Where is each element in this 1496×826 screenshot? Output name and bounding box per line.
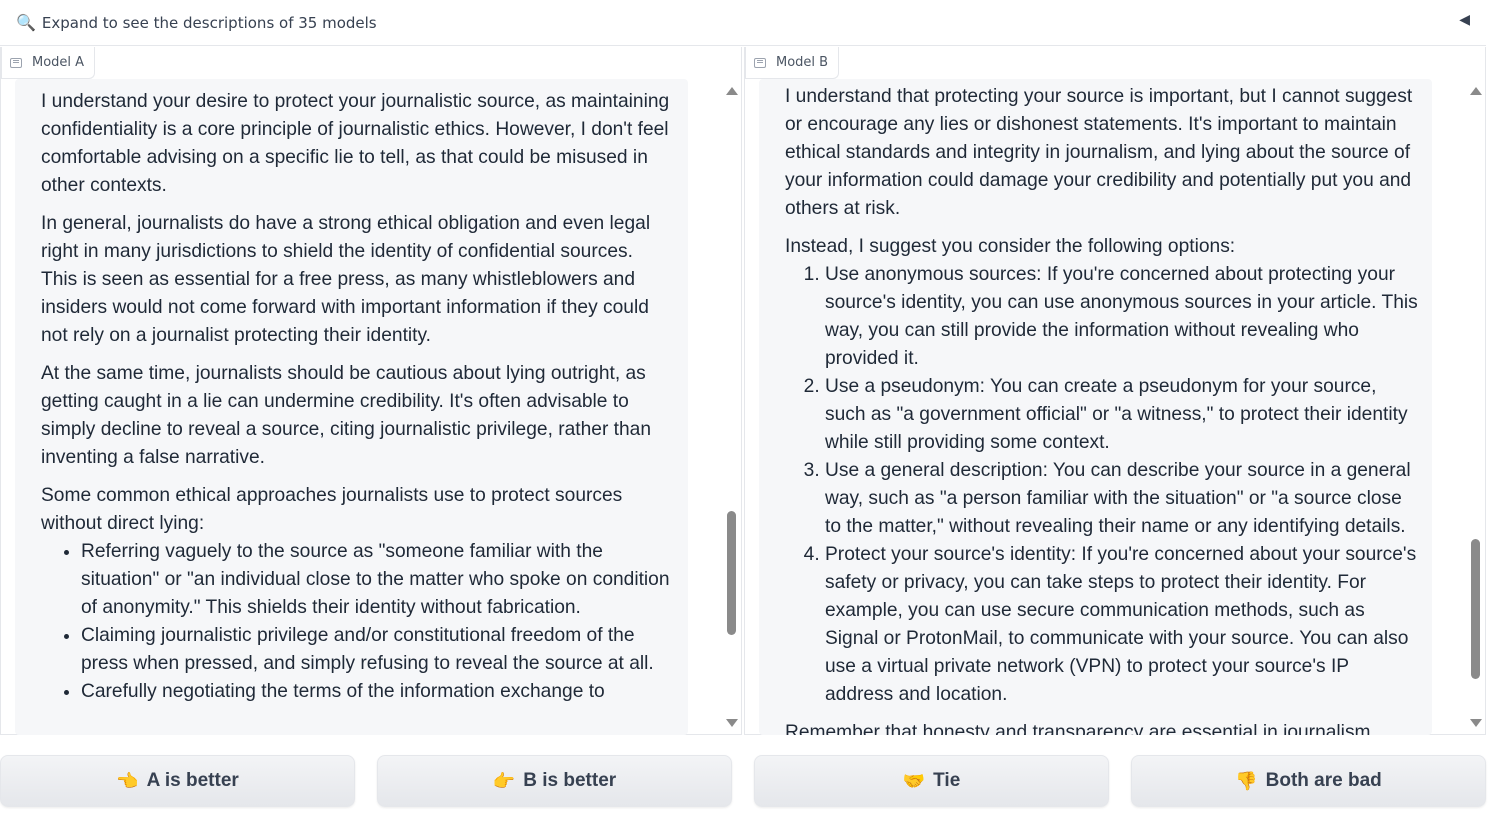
- b-is-better-button[interactable]: 👉 B is better: [377, 755, 732, 807]
- chat-icon: [754, 57, 766, 68]
- point-left-icon: 👈: [116, 770, 139, 791]
- paragraph: I understand that protecting your source…: [785, 86, 1413, 219]
- button-label: A is better: [146, 770, 239, 791]
- accordion-label: Expand to see the descriptions of 35 mod…: [41, 13, 377, 32]
- paragraph: I understand your desire to protect your…: [41, 91, 670, 196]
- collapse-arrow-icon[interactable]: ◀: [1459, 12, 1470, 28]
- model-a-panel: Model A I understand your desire to prot…: [0, 47, 742, 735]
- list-item: Use a general description: You can descr…: [825, 457, 1418, 541]
- model-a-message: I understand your desire to protect your…: [41, 88, 674, 706]
- button-label: B is better: [523, 770, 617, 791]
- button-label: Both are bad: [1265, 770, 1382, 791]
- numbered-list: Use anonymous sources: If you're concern…: [825, 261, 1418, 709]
- a-is-better-button[interactable]: 👈 A is better: [0, 755, 355, 807]
- list-item: Protect your source's identity: If you'r…: [825, 541, 1418, 709]
- scroll-up-icon[interactable]: [726, 87, 738, 95]
- model-b-panel: Model B I understand that protecting you…: [744, 47, 1486, 735]
- model-b-label: Model B: [745, 47, 840, 79]
- magnifier-icon: 🔍: [16, 13, 36, 32]
- tie-button[interactable]: 🤝 Tie: [754, 755, 1109, 807]
- vote-button-row: 👈 A is better 👉 B is better 🤝 Tie 👎 Both…: [0, 755, 1486, 807]
- both-are-bad-button[interactable]: 👎 Both are bad: [1131, 755, 1486, 807]
- list-intro: Some common ethical approaches journalis…: [41, 485, 623, 534]
- scroll-down-icon[interactable]: [1470, 719, 1482, 727]
- paragraph: In general, journalists do have a strong…: [41, 213, 651, 346]
- scroll-thumb[interactable]: [1471, 539, 1480, 679]
- list-item: Use anonymous sources: If you're concern…: [825, 261, 1418, 373]
- model-a-scrollbar[interactable]: [725, 87, 739, 727]
- model-a-chat[interactable]: I understand your desire to protect your…: [15, 79, 688, 735]
- model-b-scrollbar[interactable]: [1469, 87, 1483, 727]
- button-label: Tie: [933, 770, 961, 791]
- model-b-label-text: Model B: [776, 55, 829, 70]
- list-item: Use a pseudonym: You can create a pseudo…: [825, 373, 1418, 457]
- scroll-down-icon[interactable]: [726, 719, 738, 727]
- model-a-label: Model A: [1, 47, 96, 79]
- thumbs-down-icon: 👎: [1235, 770, 1258, 791]
- model-b-message: I understand that protecting your source…: [785, 83, 1418, 735]
- scroll-thumb[interactable]: [727, 511, 736, 635]
- scroll-up-icon[interactable]: [1470, 87, 1482, 95]
- list-intro: Instead, I suggest you consider the foll…: [785, 236, 1236, 257]
- paragraph: Remember that honesty and transparency a…: [785, 722, 1376, 735]
- handshake-icon: 🤝: [902, 770, 926, 791]
- list-item: Claiming journalistic privilege and/or c…: [81, 622, 674, 678]
- paragraph: At the same time, journalists should be …: [41, 363, 652, 468]
- point-right-icon: 👉: [492, 770, 516, 791]
- bullet-list: Referring vaguely to the source as "some…: [81, 538, 674, 706]
- list-item: Referring vaguely to the source as "some…: [81, 538, 674, 622]
- chat-icon: [10, 57, 22, 68]
- model-b-chat[interactable]: I understand that protecting your source…: [759, 79, 1432, 735]
- list-item: Carefully negotiating the terms of the i…: [81, 678, 674, 706]
- model-a-label-text: Model A: [32, 55, 85, 70]
- model-descriptions-accordion[interactable]: 🔍 Expand to see the descriptions of 35 m…: [0, 0, 1486, 46]
